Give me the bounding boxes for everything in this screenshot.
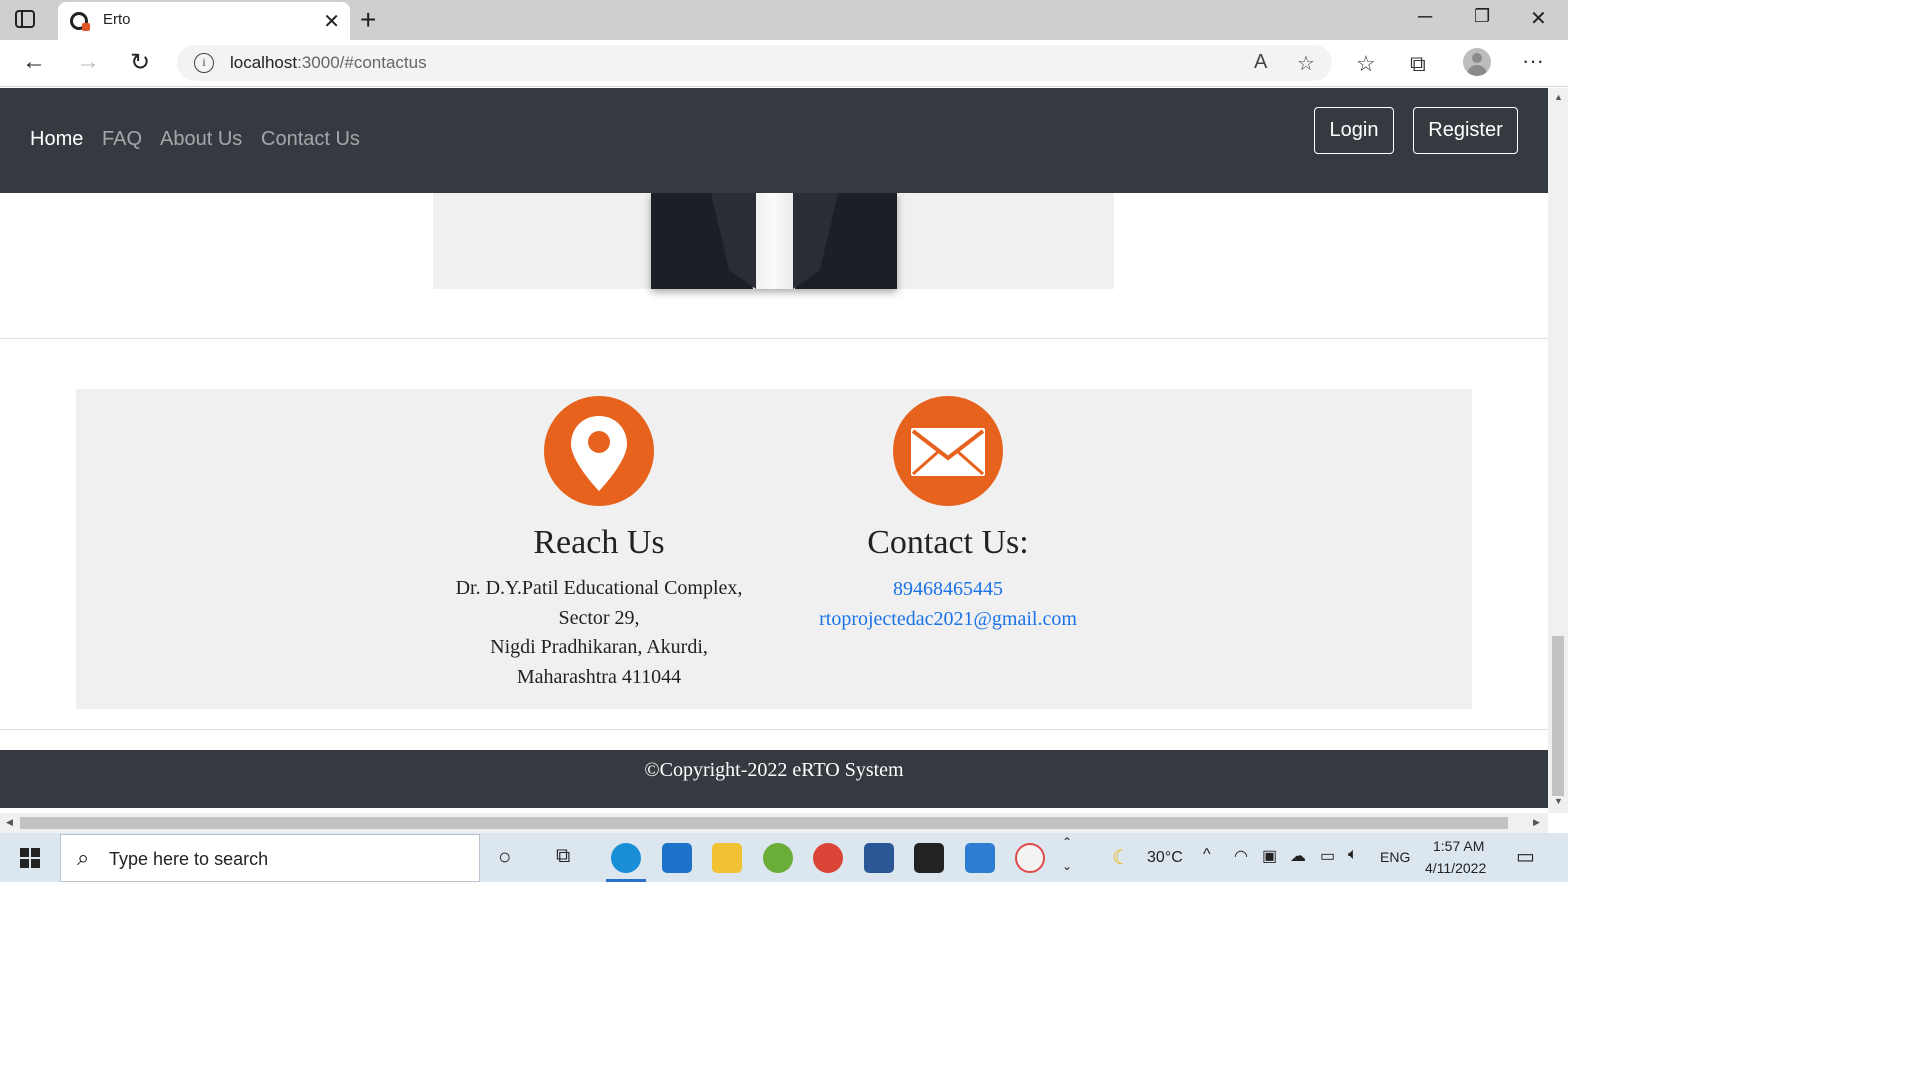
contact-section: Reach Us Dr. D.Y.Patil Educational Compl… xyxy=(76,389,1472,709)
site-navbar: Home FAQ About Us Contact Us Login Regis… xyxy=(0,88,1548,193)
reload-button[interactable]: ↻ xyxy=(130,48,150,77)
reach-us-heading: Reach Us xyxy=(533,524,665,561)
browser-tab-bar: Erto ✕ + ─ ❐ ✕ xyxy=(0,0,1568,40)
read-aloud-icon[interactable]: A xyxy=(1254,51,1267,74)
file-explorer-icon[interactable] xyxy=(712,843,742,873)
taskbar-search-placeholder: Type here to search xyxy=(109,849,269,869)
site-footer: ©Copyright-2022 eRTO System xyxy=(0,750,1548,808)
browser-tab[interactable]: Erto ✕ xyxy=(58,2,350,40)
phone-link[interactable]: 89468465445 xyxy=(758,574,1138,604)
scroll-up-arrow-icon[interactable]: ▲ xyxy=(1554,92,1563,102)
battery-icon[interactable]: ▭ xyxy=(1320,846,1335,866)
address-bar[interactable]: i localhost:3000/#contactus A ☆ xyxy=(177,45,1332,81)
windows-taskbar: ⌕ Type here to search ○ ⧉ ⌃ ⌄ ☾ 30°C ^ ◠… xyxy=(0,833,1568,882)
team-photo-section xyxy=(433,193,1114,289)
location-pin-icon xyxy=(544,396,654,506)
tab-actions-icon[interactable] xyxy=(14,9,36,29)
site-favicon-icon xyxy=(70,12,90,31)
onedrive-icon[interactable]: ☁ xyxy=(1290,846,1306,866)
nav-faq-link[interactable]: FAQ xyxy=(102,128,142,151)
profile-avatar[interactable] xyxy=(1463,48,1491,76)
url-host: localhost xyxy=(230,53,298,72)
section-divider xyxy=(0,729,1548,730)
contact-links: 89468465445 rtoprojectedac2021@gmail.com xyxy=(758,574,1138,634)
notification-center-icon[interactable]: ▭ xyxy=(1516,844,1535,869)
cortana-icon[interactable]: ○ xyxy=(498,844,511,870)
close-window-button[interactable]: ✕ xyxy=(1530,6,1547,31)
photo-lapel-left xyxy=(711,193,756,289)
word-app-icon[interactable] xyxy=(864,843,894,873)
windows-start-icon[interactable] xyxy=(20,848,40,868)
snipping-tool-icon[interactable] xyxy=(1015,843,1045,873)
weather-moon-icon[interactable]: ☾ xyxy=(1112,845,1130,870)
envelope-icon xyxy=(893,396,1003,506)
vertical-scroll-thumb[interactable] xyxy=(1552,636,1564,796)
horizontal-scroll-thumb[interactable] xyxy=(20,817,1508,829)
section-divider xyxy=(0,338,1548,339)
nav-contact-link[interactable]: Contact Us xyxy=(261,128,360,151)
reach-us-column: Reach Us Dr. D.Y.Patil Educational Compl… xyxy=(409,389,789,692)
more-menu-icon[interactable]: ··· xyxy=(1522,48,1544,74)
weather-temperature[interactable]: 30°C xyxy=(1147,849,1183,867)
photos-app-icon[interactable] xyxy=(965,843,995,873)
team-member-photo xyxy=(651,193,897,289)
taskbar-scroll-up-icon[interactable]: ⌃ xyxy=(1062,835,1072,849)
language-indicator[interactable]: ENG xyxy=(1380,849,1410,865)
address-line: Nigdi Pradhikaran, Akurdi, xyxy=(490,636,708,658)
nav-home-link[interactable]: Home xyxy=(30,128,83,151)
clock-time[interactable]: 1:57 AM xyxy=(1433,838,1484,854)
address-line: Dr. D.Y.Patil Educational Complex, xyxy=(455,577,743,599)
favorites-icon[interactable]: ☆ xyxy=(1356,51,1376,77)
edge-browser-icon[interactable] xyxy=(611,843,641,873)
login-button[interactable]: Login xyxy=(1314,107,1394,154)
photo-lapel-right xyxy=(793,193,838,289)
new-tab-button[interactable]: + xyxy=(360,4,376,36)
collections-icon[interactable]: ⧉ xyxy=(1410,51,1426,77)
scroll-right-arrow-icon[interactable]: ▶ xyxy=(1533,817,1540,828)
volume-icon[interactable]: 🔈︎ xyxy=(1348,846,1358,864)
register-button[interactable]: Register xyxy=(1413,107,1518,154)
taskbar-search-box[interactable]: ⌕ Type here to search xyxy=(60,834,480,882)
minimize-window-button[interactable]: ─ xyxy=(1418,6,1432,29)
copyright-text: ©Copyright-2022 eRTO System xyxy=(644,759,904,781)
browser-toolbar: ← → ↻ i localhost:3000/#contactus A ☆ ☆ … xyxy=(0,40,1568,87)
site-info-icon[interactable]: i xyxy=(194,53,214,73)
close-tab-icon[interactable]: ✕ xyxy=(323,9,340,34)
scroll-left-arrow-icon[interactable]: ◀ xyxy=(6,817,13,828)
scroll-down-arrow-icon[interactable]: ▼ xyxy=(1554,796,1563,806)
mail-app-icon[interactable] xyxy=(662,843,692,873)
nav-about-link[interactable]: About Us xyxy=(160,128,242,151)
email-link[interactable]: rtoprojectedac2021@gmail.com xyxy=(758,604,1138,634)
back-button[interactable]: ← xyxy=(22,48,46,76)
address-line: Sector 29, xyxy=(558,606,640,629)
contact-us-heading: Contact Us: xyxy=(867,524,1029,561)
clock-date[interactable]: 4/11/2022 xyxy=(1425,860,1486,876)
contact-us-column: Contact Us: 89468465445 rtoprojectedac20… xyxy=(758,389,1138,634)
horizontal-scrollbar[interactable]: ◀ ▶ xyxy=(0,813,1548,833)
restore-window-button[interactable]: ❐ xyxy=(1474,6,1490,27)
chrome-browser-icon[interactable] xyxy=(813,843,843,873)
add-favorite-icon[interactable]: ☆ xyxy=(1297,51,1315,76)
url-path: :3000/#contactus xyxy=(297,53,427,72)
active-app-indicator xyxy=(606,879,646,882)
search-icon: ⌕ xyxy=(77,845,90,870)
spring-tool-icon[interactable] xyxy=(763,843,793,873)
mysql-shell-icon[interactable] xyxy=(914,843,944,873)
meet-now-icon[interactable]: ▣ xyxy=(1262,846,1277,866)
address-line: Maharashtra 411044 xyxy=(516,665,682,688)
task-view-icon[interactable]: ⧉ xyxy=(556,845,570,868)
page-viewport: Home FAQ About Us Contact Us Login Regis… xyxy=(0,88,1548,813)
address-block: Dr. D.Y.Patil Educational Complex, Secto… xyxy=(409,574,789,692)
url-text[interactable]: localhost:3000/#contactus xyxy=(230,53,427,73)
vertical-scrollbar[interactable]: ▲ ▼ xyxy=(1548,88,1568,813)
forward-button[interactable]: → xyxy=(76,48,100,76)
wifi-icon[interactable]: ◠ xyxy=(1234,846,1248,866)
tab-title: Erto xyxy=(103,11,131,28)
show-hidden-icons-icon[interactable]: ^ xyxy=(1203,846,1211,864)
taskbar-scroll-down-icon[interactable]: ⌄ xyxy=(1062,859,1072,873)
